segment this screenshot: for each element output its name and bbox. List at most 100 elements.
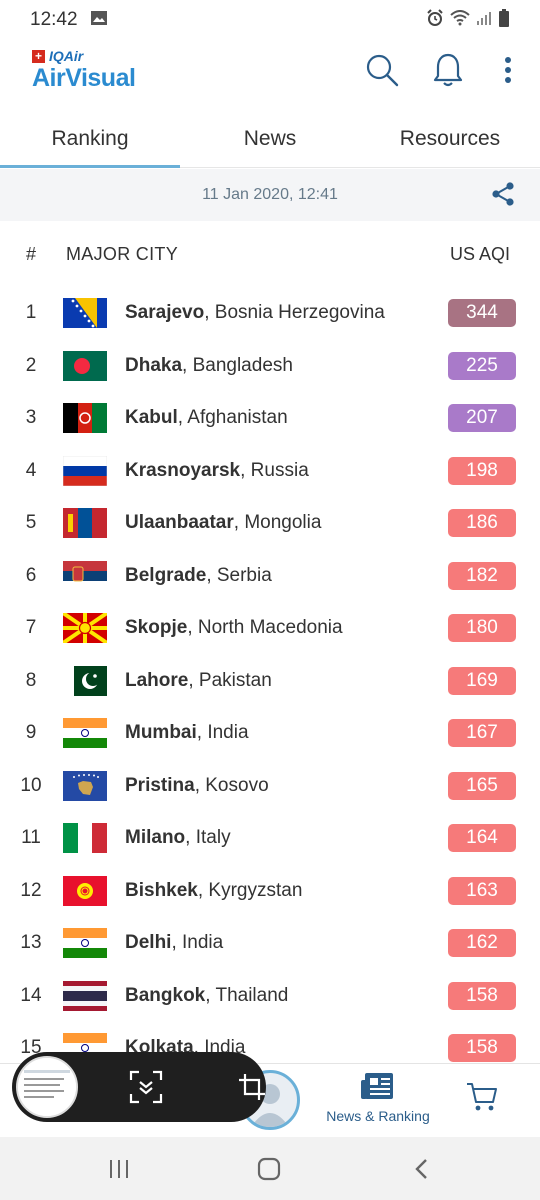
aqi-badge: 163	[448, 876, 516, 905]
aqi-badge: 186	[448, 509, 516, 538]
share-icon	[492, 182, 514, 206]
shop-nav-button[interactable]	[466, 1082, 498, 1117]
aqi-badge: 167	[448, 719, 516, 748]
share-button[interactable]	[490, 181, 516, 212]
ranking-row[interactable]: 12 Bishkek, Kyrgyzstan 163	[0, 865, 540, 918]
pakistan-flag-icon	[63, 665, 107, 696]
newspaper-icon	[361, 1073, 393, 1099]
search-button[interactable]	[362, 50, 402, 90]
city-bold: Sarajevo	[125, 302, 205, 324]
city-bold: Dhaka	[125, 354, 183, 376]
ranking-row[interactable]: 2 Dhaka, Bangladesh 225	[0, 340, 540, 393]
city-bold: Belgrade	[125, 564, 207, 586]
italy-flag-icon	[63, 823, 107, 854]
country-name: , Thailand	[205, 984, 289, 1006]
city-name: Skopje, North Macedonia	[125, 617, 343, 639]
rank-number: 1	[25, 302, 37, 324]
screenshot-thumbnail[interactable]	[16, 1056, 78, 1118]
ranking-row[interactable]: 10 Pristina, Kosovo 165	[0, 760, 540, 813]
logo-brand-top: IQAir	[49, 48, 84, 64]
ranking-row[interactable]: 11 Milano, Italy 164	[0, 812, 540, 865]
kyrgyzstan-flag-icon	[63, 875, 107, 906]
bangladesh-flag-icon	[63, 350, 107, 381]
city-bold: Pristina	[125, 774, 195, 796]
more-options-button[interactable]	[488, 50, 528, 90]
country-name: , Russia	[240, 459, 309, 481]
country-name: , Kyrgyzstan	[197, 879, 303, 901]
status-bar: 12:42	[0, 0, 540, 40]
ranking-row[interactable]: 14 Bangkok, Thailand 158	[0, 970, 540, 1023]
recent-apps-button[interactable]	[104, 1155, 134, 1183]
city-name: Bishkek, Kyrgyzstan	[125, 880, 302, 902]
column-city-header: MAJOR CITY	[66, 243, 179, 264]
ranking-row[interactable]: 7 Skopje, North Macedonia 180	[0, 602, 540, 655]
home-button[interactable]	[254, 1155, 284, 1183]
back-icon	[415, 1159, 427, 1179]
airvisual-logo: + IQAir AirVisual	[32, 48, 136, 92]
tab-news[interactable]: News	[180, 110, 360, 167]
home-icon	[257, 1157, 281, 1181]
scroll-capture-icon	[129, 1070, 163, 1104]
city-bold: Ulaanbaatar	[125, 512, 234, 534]
aqi-badge: 164	[448, 824, 516, 853]
city-name: Ulaanbaatar, Mongolia	[125, 512, 321, 534]
macedonia-flag-icon	[63, 613, 107, 644]
city-bold: Bangkok	[125, 984, 206, 1006]
city-bold: Mumbai	[125, 722, 197, 744]
scroll-capture-button[interactable]	[128, 1069, 164, 1105]
ranking-row[interactable]: 3 Kabul, Afghanistan 207	[0, 392, 540, 445]
recent-apps-icon	[110, 1160, 128, 1178]
news-ranking-nav-button[interactable]: News & Ranking	[318, 1072, 438, 1124]
tab-bar: Ranking News Resources	[0, 110, 540, 168]
country-name: , Pakistan	[188, 669, 272, 691]
city-name: Kabul, Afghanistan	[125, 407, 288, 429]
aqi-badge: 198	[448, 456, 516, 485]
aqi-badge: 207	[448, 404, 516, 433]
aqi-badge: 225	[448, 351, 516, 380]
aqi-badge: 158	[448, 1034, 516, 1063]
tab-resources[interactable]: Resources	[360, 110, 540, 167]
city-bold: Lahore	[125, 669, 189, 691]
city-name: Delhi, India	[125, 932, 223, 954]
country-name: , Serbia	[206, 564, 272, 586]
city-name: Krasnoyarsk, Russia	[125, 460, 309, 482]
ranking-row[interactable]: 4 Krasnoyarsk, Russia 198	[0, 445, 540, 498]
rank-number: 5	[25, 512, 37, 534]
tab-ranking[interactable]: Ranking	[0, 110, 180, 168]
serbia-flag-icon	[63, 560, 107, 591]
status-time: 12:42	[30, 9, 78, 30]
ranking-row[interactable]: 5 Ulaanbaatar, Mongolia 186	[0, 497, 540, 550]
ranking-list: 1 Sarajevo, Bosnia Herzegovina 344 2 Dha…	[0, 287, 540, 1075]
system-navigation-bar	[0, 1137, 540, 1200]
country-name: , Italy	[185, 827, 231, 849]
rank-number: 3	[25, 407, 37, 429]
rank-number: 12	[20, 879, 42, 901]
ranking-row[interactable]: 9 Mumbai, India 167	[0, 707, 540, 760]
afghanistan-flag-icon	[63, 403, 107, 434]
ranking-row[interactable]: 13 Delhi, India 162	[0, 917, 540, 970]
date-bar: 11 Jan 2020, 12:41	[0, 169, 540, 221]
cart-icon	[467, 1083, 497, 1111]
india-flag-icon	[63, 718, 107, 749]
bell-icon	[433, 53, 463, 87]
ranking-row[interactable]: 1 Sarajevo, Bosnia Herzegovina 344	[0, 287, 540, 340]
aqi-badge: 158	[448, 981, 516, 1010]
country-name: , Afghanistan	[177, 407, 288, 429]
rank-number: 8	[25, 669, 37, 691]
logo-brand-name: AirVisual	[32, 64, 136, 92]
aqi-badge: 180	[448, 614, 516, 643]
bosnia-flag-icon	[63, 298, 107, 329]
back-button[interactable]	[406, 1155, 436, 1183]
city-bold: Bishkek	[125, 879, 198, 901]
crop-button[interactable]	[234, 1069, 270, 1105]
aqi-badge: 162	[448, 929, 516, 958]
aqi-badge: 182	[448, 561, 516, 590]
rank-number: 7	[25, 617, 37, 639]
crop-icon	[239, 1074, 265, 1100]
country-name: , India	[196, 722, 249, 744]
column-aqi-header: US AQI	[449, 243, 510, 264]
ranking-row[interactable]: 8 Lahore, Pakistan 169	[0, 655, 540, 708]
ranking-row[interactable]: 6 Belgrade, Serbia 182	[0, 550, 540, 603]
notifications-button[interactable]	[428, 50, 468, 90]
ranking-timestamp: 11 Jan 2020, 12:41	[202, 186, 338, 203]
